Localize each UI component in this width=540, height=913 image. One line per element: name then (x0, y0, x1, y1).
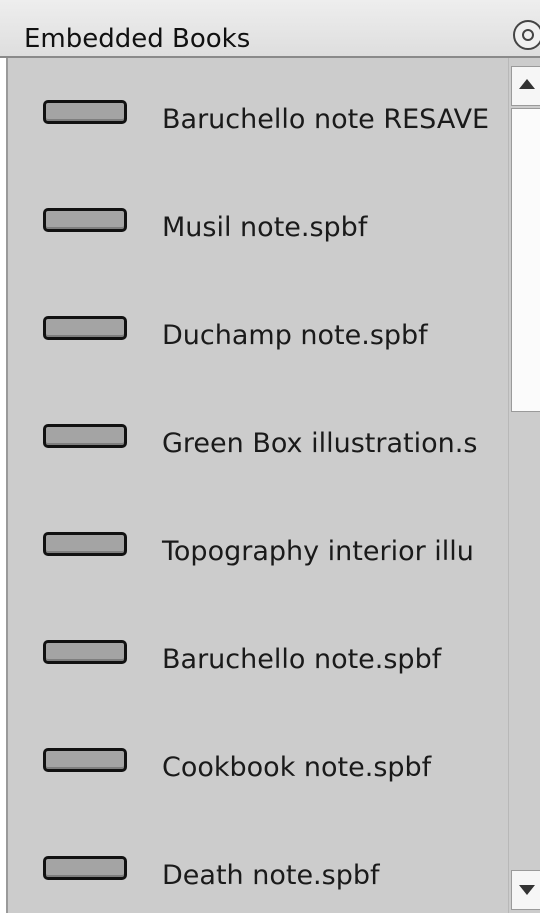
book-label: Topography interior illu (162, 536, 474, 567)
book-label: Baruchello note.spbf (162, 644, 442, 675)
list-item[interactable]: Topography interior illu (8, 490, 508, 598)
book-icon (43, 748, 127, 772)
book-label: Cookbook note.spbf (162, 752, 432, 783)
list-item[interactable]: Baruchello note.spbf (8, 598, 508, 706)
target-icon[interactable] (513, 20, 540, 50)
book-icon (43, 208, 127, 232)
panel-header: Embedded Books (0, 0, 540, 58)
list-item[interactable]: Cookbook note.spbf (8, 706, 508, 814)
list-item[interactable]: Green Box illustration.s (8, 382, 508, 490)
list-left-border (0, 58, 8, 913)
book-icon (43, 100, 127, 124)
vertical-scrollbar[interactable] (508, 58, 540, 913)
book-icon (43, 856, 127, 880)
book-label: Death note.spbf (162, 860, 380, 891)
list-item[interactable]: Duchamp note.spbf (8, 274, 508, 382)
arrow-down-icon[interactable] (511, 870, 540, 910)
list-item[interactable]: Baruchello note RESAVE (8, 58, 508, 166)
arrow-up-icon[interactable] (511, 66, 540, 106)
book-label: Green Box illustration.s (162, 428, 478, 459)
book-label: Baruchello note RESAVE (162, 104, 490, 135)
book-icon (43, 424, 127, 448)
list-item[interactable]: Death note.spbf (8, 814, 508, 913)
book-icon (43, 532, 127, 556)
scroll-thumb[interactable] (511, 108, 540, 412)
panel-title: Embedded Books (24, 24, 251, 54)
book-label: Musil note.spbf (162, 212, 368, 243)
list-item[interactable]: Musil note.spbf (8, 166, 508, 274)
embedded-books-panel: Embedded Books Baruchello note RESAVE Mu… (0, 0, 540, 913)
book-icon (43, 316, 127, 340)
book-label: Duchamp note.spbf (162, 320, 428, 351)
book-list: Baruchello note RESAVE Musil note.spbf D… (8, 58, 508, 913)
book-icon (43, 640, 127, 664)
